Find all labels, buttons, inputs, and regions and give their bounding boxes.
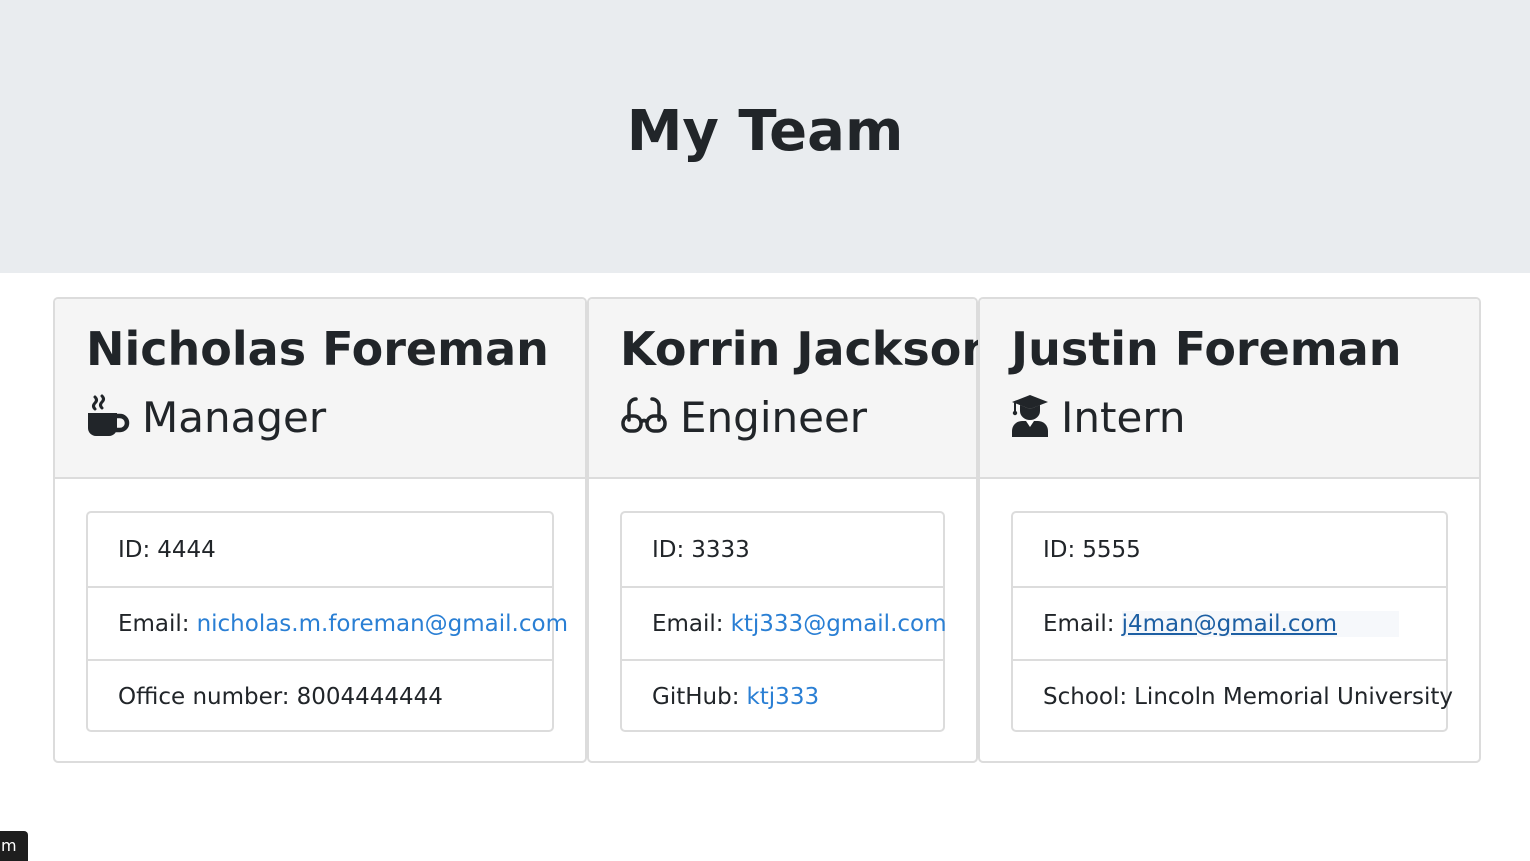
- id-label: ID:: [118, 536, 151, 563]
- employee-name: Justin Foreman: [1011, 322, 1402, 376]
- email-link[interactable]: ktj333@gmail.com: [731, 611, 947, 637]
- glasses-icon: [620, 394, 668, 442]
- office-number-label: Office number:: [118, 683, 290, 710]
- list-item-office-number: Office number: 8004444444: [88, 659, 552, 732]
- role-label: Manager: [142, 393, 327, 442]
- list-item-email: Email: nicholas.m.foreman@gmail.com: [88, 586, 568, 659]
- card-header: Korrin Jackson Engineer: [589, 299, 994, 479]
- school-label: School:: [1043, 683, 1128, 710]
- github-link[interactable]: ktj333: [746, 684, 819, 710]
- coffee-mug-icon: [86, 394, 130, 442]
- list-item-email: Email: j4man@gmail.com: [1013, 586, 1446, 659]
- list-item-email: Email: ktj333@gmail.com: [622, 586, 947, 659]
- email-link[interactable]: nicholas.m.foreman@gmail.com: [197, 611, 568, 637]
- page-header: My Team: [0, 0, 1530, 273]
- employee-details-list: ID: 5555 Email: j4man@gmail.com School: …: [1011, 511, 1453, 732]
- list-item-id: ID: 4444: [88, 513, 552, 586]
- card-header: Justin Foreman Intern: [980, 299, 1479, 479]
- page-title: My Team: [626, 99, 904, 164]
- list-item-github: GitHub: ktj333: [622, 659, 943, 732]
- office-number-value: 8004444444: [296, 683, 443, 710]
- employee-role: Engineer: [620, 393, 867, 443]
- employee-name: Korrin Jackson: [620, 322, 995, 376]
- employee-card-manager: Nicholas Foreman Manager ID: 4444 Email:…: [53, 297, 587, 763]
- employee-name: Nicholas Foreman: [86, 322, 549, 376]
- list-item-id: ID: 3333: [622, 513, 943, 586]
- id-label: ID:: [1043, 536, 1076, 563]
- card-header: Nicholas Foreman Manager: [55, 299, 585, 479]
- email-label: Email:: [652, 610, 724, 637]
- github-label: GitHub:: [652, 683, 740, 710]
- list-item-school: School: Lincoln Memorial University: [1013, 659, 1453, 732]
- employee-role: Intern: [1011, 393, 1185, 443]
- employee-card-engineer: Korrin Jackson Engineer ID: 3333 Email: …: [587, 297, 994, 763]
- list-item-id: ID: 5555: [1013, 513, 1446, 586]
- email-label: Email:: [118, 610, 190, 637]
- role-label: Intern: [1061, 393, 1186, 442]
- id-value: 4444: [157, 536, 216, 563]
- id-value: 3333: [691, 536, 750, 563]
- id-value: 5555: [1082, 536, 1141, 563]
- employee-details-list: ID: 3333 Email: ktj333@gmail.com GitHub:…: [620, 511, 947, 732]
- email-label: Email:: [1043, 610, 1115, 637]
- role-label: Engineer: [680, 393, 868, 442]
- graduate-icon: [1011, 394, 1049, 442]
- employee-card-intern: Justin Foreman Intern ID: 5555 Email: j4…: [978, 297, 1481, 763]
- id-label: ID:: [652, 536, 685, 563]
- employee-details-list: ID: 4444 Email: nicholas.m.foreman@gmail…: [86, 511, 568, 732]
- email-link[interactable]: j4man@gmail.com: [1121, 610, 1399, 637]
- school-value: Lincoln Memorial University: [1134, 683, 1454, 710]
- employee-role: Manager: [86, 393, 326, 443]
- corner-tooltip-chip: m: [0, 831, 28, 861]
